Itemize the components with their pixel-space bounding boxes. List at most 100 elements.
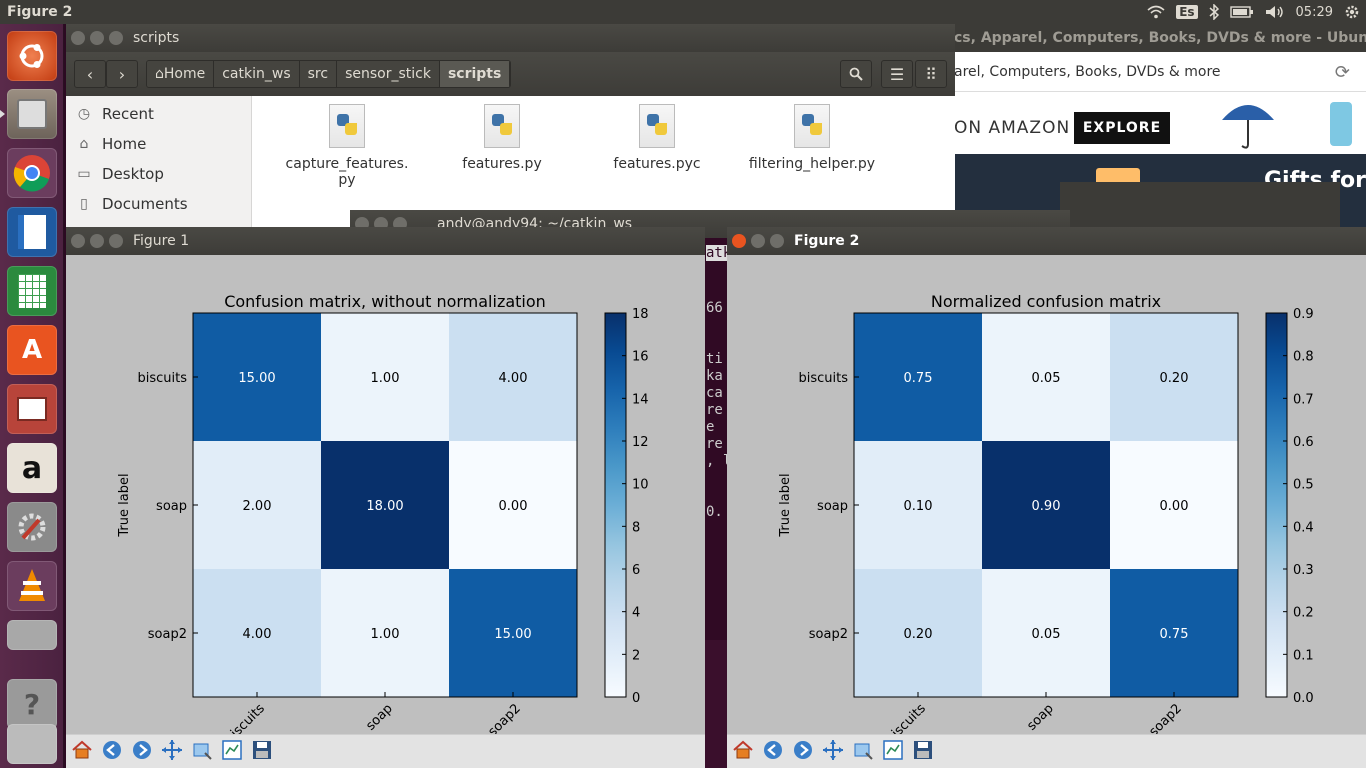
- terminal-line: re: [706, 402, 723, 418]
- breadcrumb-scripts[interactable]: scripts: [439, 61, 511, 87]
- sidebar-item-label: Documents: [102, 195, 188, 213]
- colorbar-tick-label: 0.9: [1293, 307, 1314, 322]
- minimize-button[interactable]: [751, 234, 765, 248]
- wifi-icon[interactable]: [1147, 5, 1165, 19]
- y-tick-label: soap: [156, 499, 187, 514]
- x-tick-label: soap2: [1146, 701, 1184, 734]
- grid-view-button[interactable]: ⠿: [915, 60, 947, 88]
- zoom-button[interactable]: [850, 739, 876, 765]
- close-button[interactable]: [732, 234, 746, 248]
- pan-button[interactable]: [159, 739, 185, 765]
- y-tick-label: biscuits: [137, 371, 187, 386]
- figure-1-titlebar[interactable]: Figure 1: [66, 227, 705, 255]
- list-view-button[interactable]: ☰: [881, 60, 913, 88]
- pan-icon: [822, 739, 844, 766]
- impress-icon[interactable]: [7, 384, 57, 434]
- volume-icon[interactable]: [1265, 5, 1285, 19]
- files-icon[interactable]: [7, 89, 57, 139]
- scanner-icon[interactable]: [7, 620, 57, 650]
- save-button[interactable]: [249, 739, 275, 765]
- save-icon: [251, 739, 273, 766]
- file-manager-title: scripts: [133, 30, 180, 46]
- browser-page-title-bar[interactable]: arel, Computers, Books, DVDs & more: [950, 52, 1366, 92]
- zoom-icon: [191, 739, 213, 766]
- home-icon: ⌂: [79, 136, 89, 152]
- software-center-icon[interactable]: A: [7, 325, 57, 375]
- forward-button[interactable]: [129, 739, 155, 765]
- breadcrumb-src[interactable]: src: [299, 61, 338, 87]
- battery-icon[interactable]: [1229, 6, 1254, 18]
- maximize-button[interactable]: [770, 234, 784, 248]
- colorbar-tick-label: 0.8: [1293, 350, 1314, 365]
- sidebar-item-recent[interactable]: ◷ Recent: [76, 102, 154, 126]
- explore-button[interactable]: EXPLORE: [1074, 112, 1170, 144]
- indicator-area: Es 05:29: [1147, 0, 1360, 24]
- forward-button[interactable]: ›: [106, 60, 138, 88]
- breadcrumb-sensor-stick[interactable]: sensor_stick: [337, 61, 440, 87]
- keyboard-layout-indicator[interactable]: Es: [1176, 5, 1198, 19]
- chrome-icon[interactable]: [7, 148, 57, 198]
- x-tick-label: biscuits: [883, 701, 929, 734]
- chart-title: Normalized confusion matrix: [931, 292, 1161, 311]
- confusion-matrix-chart[interactable]: Confusion matrix, without normalization 1…: [66, 255, 705, 734]
- normalized-confusion-matrix-chart[interactable]: Normalized confusion matrix 0.75 0.05 0.20 0…: [727, 255, 1366, 734]
- breadcrumb-catkin-ws[interactable]: catkin_ws: [214, 61, 300, 87]
- file-item[interactable]: features.pyc: [582, 104, 732, 172]
- active-window-title: Figure 2: [7, 4, 73, 20]
- cell-value-label: 15.00: [238, 371, 275, 386]
- figure-2-toolbar: [727, 734, 1366, 768]
- zoom-button[interactable]: [189, 739, 215, 765]
- cell-value-label: 0.00: [1160, 499, 1189, 514]
- vlc-icon[interactable]: [7, 561, 57, 611]
- forward-button[interactable]: [790, 739, 816, 765]
- back-button[interactable]: ‹: [74, 60, 106, 88]
- help-icon[interactable]: ?: [7, 679, 57, 729]
- colorbar-tick-label: 10: [632, 478, 649, 493]
- home-button[interactable]: [730, 739, 756, 765]
- calc-icon[interactable]: [7, 266, 57, 316]
- writer-icon[interactable]: [7, 207, 57, 257]
- close-button[interactable]: [71, 31, 85, 45]
- colorbar-tick-label: 0.7: [1293, 392, 1314, 407]
- sidebar-item-home[interactable]: ⌂ Home: [76, 132, 147, 156]
- folder-icon: ▭: [77, 166, 91, 182]
- minimize-button[interactable]: [90, 234, 104, 248]
- system-settings-icon[interactable]: [7, 502, 57, 552]
- breadcrumb-home[interactable]: ⌂Home: [147, 61, 215, 87]
- file-item[interactable]: capture_features. py: [272, 104, 422, 188]
- list-icon: ☰: [889, 64, 905, 84]
- bluetooth-icon[interactable]: [1209, 4, 1219, 20]
- subplots-icon: [221, 739, 243, 766]
- terminal-line: 0.: [706, 504, 723, 520]
- sidebar-item-documents[interactable]: ▯ Documents: [76, 192, 188, 216]
- file-item[interactable]: filtering_helper.py: [737, 104, 887, 172]
- home-button[interactable]: [69, 739, 95, 765]
- reload-icon[interactable]: ⟳: [1335, 62, 1350, 83]
- colorbar-tick-label: 0.6: [1293, 435, 1314, 450]
- subplots-icon: [882, 739, 904, 766]
- figure-2-titlebar[interactable]: Figure 2: [727, 227, 1366, 255]
- file-item[interactable]: features.py: [427, 104, 577, 172]
- subplots-button[interactable]: [219, 739, 245, 765]
- sidebar-item-desktop[interactable]: ▭ Desktop: [76, 162, 164, 186]
- maximize-button[interactable]: [109, 31, 123, 45]
- save-button[interactable]: [910, 739, 936, 765]
- pan-button[interactable]: [820, 739, 846, 765]
- maximize-button[interactable]: [109, 234, 123, 248]
- minimize-button[interactable]: [90, 31, 104, 45]
- back-button[interactable]: [99, 739, 125, 765]
- file-manager-titlebar[interactable]: scripts: [66, 24, 955, 52]
- gear-icon[interactable]: [1344, 4, 1360, 20]
- forward-icon: [131, 739, 153, 766]
- cell-value-label: 0.90: [1032, 499, 1061, 514]
- close-button[interactable]: [71, 234, 85, 248]
- back-button[interactable]: [760, 739, 786, 765]
- amazon-icon[interactable]: a: [7, 443, 57, 493]
- trash-icon[interactable]: [7, 724, 57, 764]
- terminal-line: 66: [706, 300, 723, 316]
- search-button[interactable]: [840, 60, 872, 88]
- subplots-button[interactable]: [880, 739, 906, 765]
- breadcrumb: ⌂Home catkin_ws src sensor_stick scripts: [146, 60, 512, 88]
- clock[interactable]: 05:29: [1296, 5, 1333, 20]
- ubuntu-dash-icon[interactable]: [7, 31, 57, 81]
